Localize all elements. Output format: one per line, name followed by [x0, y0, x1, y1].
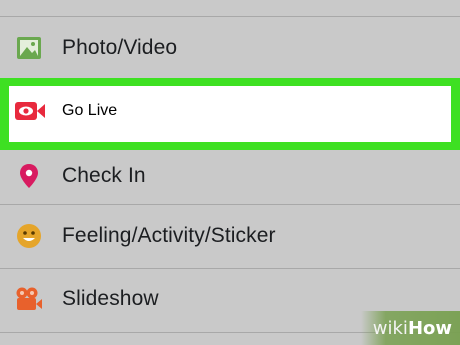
live-camera-icon — [14, 99, 46, 128]
menu-item-label: Slideshow — [62, 287, 159, 310]
menu-item-label: Photo/Video — [62, 36, 178, 59]
menu-item-label: Check In — [62, 164, 146, 187]
highlight-frame: Go Live — [0, 78, 460, 150]
menu-item-feeling-activity-sticker[interactable]: Feeling/Activity/Sticker — [0, 205, 460, 267]
film-camera-icon — [14, 284, 44, 314]
menu-item-check-in[interactable]: Check In — [0, 150, 460, 202]
menu-item-label: Go Live — [62, 102, 118, 119]
location-pin-icon — [14, 161, 44, 191]
watermark-prefix: wiki — [372, 317, 408, 339]
menu-item-label: Feeling/Activity/Sticker — [62, 224, 276, 247]
photo-icon — [14, 33, 44, 63]
wikihow-watermark: wiki How — [360, 311, 460, 345]
smiley-icon — [14, 221, 44, 251]
menu-item-go-live[interactable]: Go Live — [9, 86, 451, 142]
menu-item-photo-video[interactable]: Photo/Video — [0, 17, 460, 79]
watermark-suffix: How — [407, 317, 452, 339]
post-options-menu: Photo/Video Go Live Check In Feeling/Act… — [0, 0, 460, 345]
